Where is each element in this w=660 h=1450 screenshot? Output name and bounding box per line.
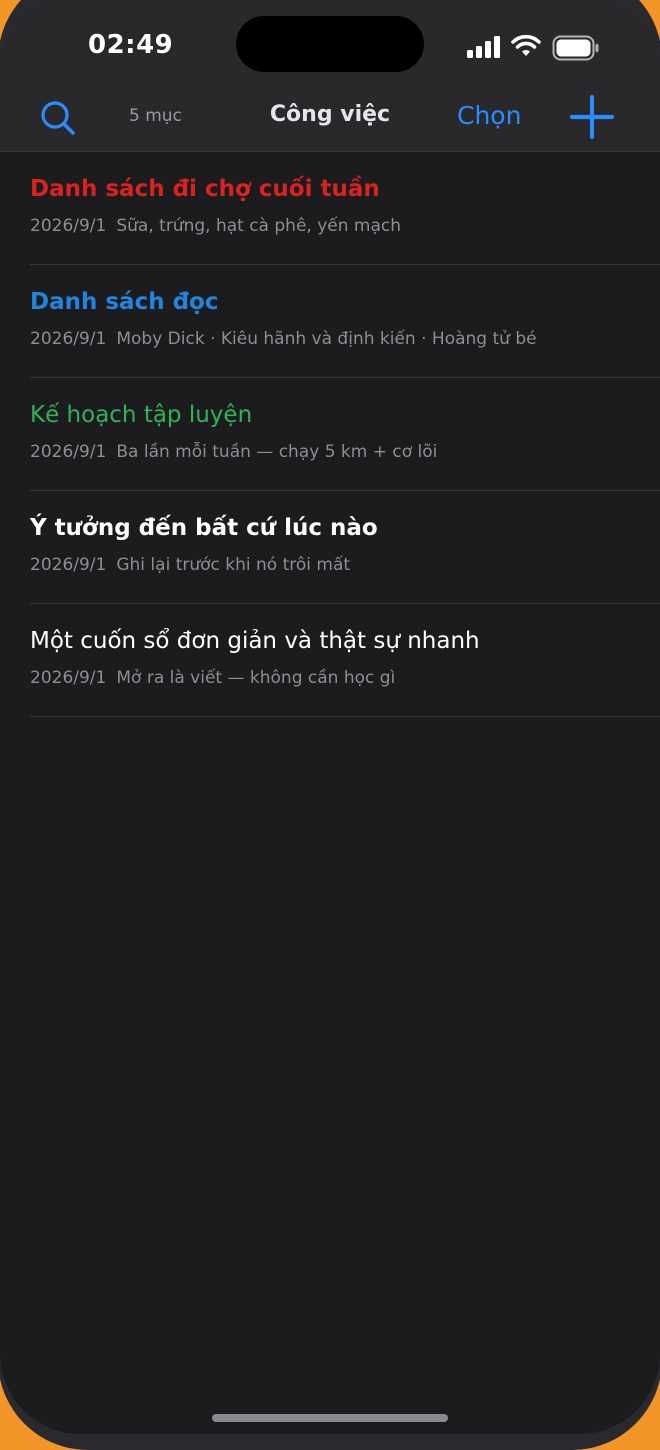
signal-icon [467,36,500,58]
note-preview: Sữa, trứng, hạt cà phê, yến mạch [116,216,402,236]
note-title: Kế hoạch tập luyện [30,402,253,428]
page-title: Công việc [269,102,391,127]
note-subtitle: 2026/9/1 Ba lần mỗi tuần — chạy 5 km + cơ… [30,442,437,462]
status-time: 02:49 [88,30,174,60]
note-preview: Mở ra là viết — không cần học gì [116,668,396,688]
note-preview: Moby Dick · Kiêu hãnh và định kiến · Hoà… [116,329,537,349]
battery-icon [552,35,599,61]
note-title: Danh sách đi chợ cuối tuần [30,176,380,202]
wifi-icon [511,34,541,56]
note-subtitle: 2026/9/1 Ghi lại trước khi nó trôi mất [30,555,350,575]
note-date: 2026/9/1 [30,329,107,349]
note-date: 2026/9/1 [30,555,107,575]
plus-icon[interactable] [570,95,614,139]
note-preview: Ba lần mỗi tuần — chạy 5 km + cơ lõi [116,442,438,462]
note-subtitle: 2026/9/1 Moby Dick · Kiêu hãnh và định ki… [30,329,537,349]
note-date: 2026/9/1 [30,442,107,462]
phone-frame: 02:49 5 mục Công việc Chọn Danh sách đi … [0,0,660,1450]
list-item[interactable]: Kế hoạch tập luyện 2026/9/1 Ba lần mỗi tu… [30,378,660,491]
note-subtitle: 2026/9/1 Mở ra là viết — không cần học gì [30,668,395,688]
note-subtitle: 2026/9/1 Sữa, trứng, hạt cà phê, yến mạch [30,216,401,236]
home-indicator[interactable] [212,1414,448,1422]
list-item[interactable]: Ý tưởng đến bất cứ lúc nào 2026/9/1 Ghi l… [30,491,660,604]
note-date: 2026/9/1 [30,668,107,688]
dynamic-island [236,16,424,72]
note-preview: Ghi lại trước khi nó trôi mất [116,555,351,575]
search-icon[interactable] [38,98,78,138]
note-date: 2026/9/1 [30,216,107,236]
note-title: Ý tưởng đến bất cứ lúc nào [30,515,378,541]
navigation-bar: 02:49 5 mục Công việc Chọn [0,0,660,152]
app-screen: 02:49 5 mục Công việc Chọn Danh sách đi … [0,0,660,1434]
list-item[interactable]: Một cuốn sổ đơn giản và thật sự nhanh 20… [30,604,660,717]
list-item[interactable]: Danh sách đọc 2026/9/1 Moby Dick · Kiêu h… [30,265,660,378]
note-title: Danh sách đọc [30,289,219,315]
note-title: Một cuốn sổ đơn giản và thật sự nhanh [30,628,480,654]
notes-list: Danh sách đi chợ cuối tuần 2026/9/1 Sữa, … [0,152,660,717]
list-item[interactable]: Danh sách đi chợ cuối tuần 2026/9/1 Sữa, … [30,152,660,265]
select-button[interactable]: Chọn [457,101,521,130]
item-count: 5 mục [129,106,182,126]
